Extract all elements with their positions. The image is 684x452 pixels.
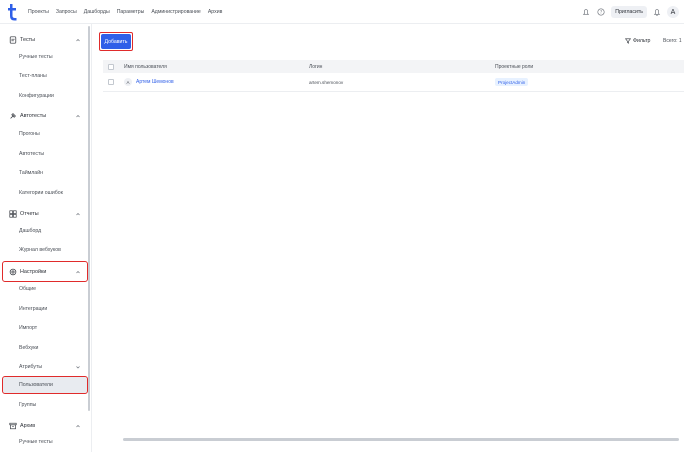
sidebar-section-label: Архив bbox=[20, 423, 36, 429]
sidebar-item-timeline[interactable]: Таймлайн bbox=[3, 166, 87, 180]
sidebar-section-label: Настройки bbox=[20, 268, 47, 275]
filter-label: Фильтр bbox=[633, 38, 651, 44]
chevron-up-icon[interactable] bbox=[75, 423, 81, 429]
nav-requests[interactable]: Запросы bbox=[56, 9, 77, 15]
notifications-icon[interactable] bbox=[581, 7, 591, 17]
sidebar-item-dashboard[interactable]: Дашборд bbox=[3, 224, 87, 238]
nav-parameters[interactable]: Параметры bbox=[117, 9, 145, 15]
horizontal-scrollbar[interactable] bbox=[123, 438, 679, 441]
user-avatar[interactable]: A bbox=[667, 6, 679, 18]
table-header: Имя пользователя Логин Проектные роли bbox=[103, 60, 684, 73]
filter-icon bbox=[625, 38, 631, 44]
autotests-icon bbox=[8, 112, 17, 121]
sidebar-item-configurations[interactable]: Конфигурации bbox=[3, 89, 87, 103]
nav-administration[interactable]: Администрирование bbox=[151, 9, 200, 15]
bell-icon[interactable] bbox=[652, 7, 662, 17]
sidebar-item-autotests[interactable]: Автотесты bbox=[3, 147, 87, 161]
top-bar: Проекты Запросы Дашборды Параметры Админ… bbox=[0, 0, 684, 24]
sidebar-item-groups[interactable]: Группы bbox=[3, 398, 87, 412]
user-roles-cell: ProjectAdmin bbox=[495, 78, 529, 86]
sidebar-item-webhooks[interactable]: Вебхуки bbox=[3, 341, 87, 355]
row-checkbox[interactable] bbox=[108, 79, 114, 85]
tests-icon bbox=[8, 36, 17, 45]
column-header-login[interactable]: Логин bbox=[309, 64, 495, 70]
sidebar: Тесты Ручные тесты Тест-планы Конфигурац… bbox=[0, 24, 92, 452]
sidebar-item-attributes[interactable]: Атрибуты bbox=[3, 360, 87, 374]
chevron-up-icon[interactable] bbox=[75, 269, 81, 275]
invite-button[interactable]: Пригласить bbox=[611, 6, 647, 18]
svg-text:?: ? bbox=[600, 10, 602, 15]
sidebar-item-general[interactable]: Общие bbox=[3, 282, 87, 296]
chevron-up-icon[interactable] bbox=[75, 37, 81, 43]
select-all-checkbox[interactable] bbox=[108, 63, 114, 70]
table-row[interactable]: A Артем Шемонов artem.shemonov ProjectAd… bbox=[103, 73, 684, 92]
testops-logo-icon[interactable] bbox=[6, 3, 18, 21]
sidebar-section-label: Автотесты bbox=[20, 113, 47, 119]
sidebar-section-reports[interactable]: Отчеты bbox=[3, 206, 87, 222]
reports-icon bbox=[8, 210, 17, 219]
nav-projects[interactable]: Проекты bbox=[28, 9, 49, 15]
users-table: Имя пользователя Логин Проектные роли A … bbox=[103, 60, 684, 92]
sidebar-section-archive[interactable]: Архив bbox=[3, 418, 87, 434]
user-name-link[interactable]: Артем Шемонов bbox=[136, 79, 174, 85]
nav-dashboards[interactable]: Дашборды bbox=[84, 9, 110, 15]
sidebar-item-webhook-log[interactable]: Журнал вебхуков bbox=[3, 243, 87, 257]
avatar: A bbox=[124, 78, 132, 86]
chevron-up-icon[interactable] bbox=[75, 113, 81, 119]
total-count: Всего: 1 bbox=[663, 38, 682, 44]
sidebar-section-autotests[interactable]: Автотесты bbox=[3, 108, 87, 124]
sidebar-scrollbar[interactable] bbox=[88, 26, 90, 411]
filter-button[interactable]: Фильтр bbox=[625, 36, 650, 46]
sidebar-item-archive-manual-tests[interactable]: Ручные тесты bbox=[3, 435, 87, 449]
sidebar-item-label: Атрибуты bbox=[19, 364, 43, 370]
user-name-cell: A Артем Шемонов bbox=[124, 78, 309, 86]
sidebar-section-settings[interactable]: Настройки bbox=[2, 261, 88, 282]
sidebar-section-tests[interactable]: Тесты bbox=[3, 32, 87, 48]
role-badge: ProjectAdmin bbox=[495, 78, 529, 86]
sidebar-item-test-plans[interactable]: Тест-планы bbox=[3, 69, 87, 83]
sidebar-item-manual-tests[interactable]: Ручные тесты bbox=[3, 50, 87, 64]
main-content: Добавить Фильтр Всего: 1 Имя пользовател… bbox=[93, 24, 684, 452]
gear-icon bbox=[8, 267, 17, 276]
add-user-button[interactable]: Добавить bbox=[101, 34, 131, 49]
user-login-cell: artem.shemonov bbox=[309, 79, 344, 85]
sidebar-section-label: Тесты bbox=[20, 37, 36, 43]
column-header-name[interactable]: Имя пользователя bbox=[124, 64, 309, 70]
chevron-up-icon[interactable] bbox=[75, 211, 81, 217]
archive-icon bbox=[8, 422, 17, 431]
nav-archive[interactable]: Архив bbox=[208, 9, 223, 15]
chevron-down-icon[interactable] bbox=[75, 364, 81, 370]
topbar-actions: ? Пригласить A bbox=[581, 4, 679, 20]
sidebar-item-runs[interactable]: Прогоны bbox=[3, 127, 87, 141]
column-header-roles[interactable]: Проектные роли bbox=[495, 64, 533, 70]
sidebar-section-label: Отчеты bbox=[20, 211, 39, 217]
top-nav: Проекты Запросы Дашборды Параметры Админ… bbox=[28, 0, 222, 24]
help-icon[interactable]: ? bbox=[596, 7, 606, 17]
sidebar-item-import[interactable]: Импорт bbox=[3, 321, 87, 335]
sidebar-item-integrations[interactable]: Интеграции bbox=[3, 302, 87, 316]
sidebar-item-users[interactable]: Пользователи bbox=[2, 376, 88, 394]
sidebar-item-error-categories[interactable]: Категории ошибок bbox=[3, 186, 87, 200]
